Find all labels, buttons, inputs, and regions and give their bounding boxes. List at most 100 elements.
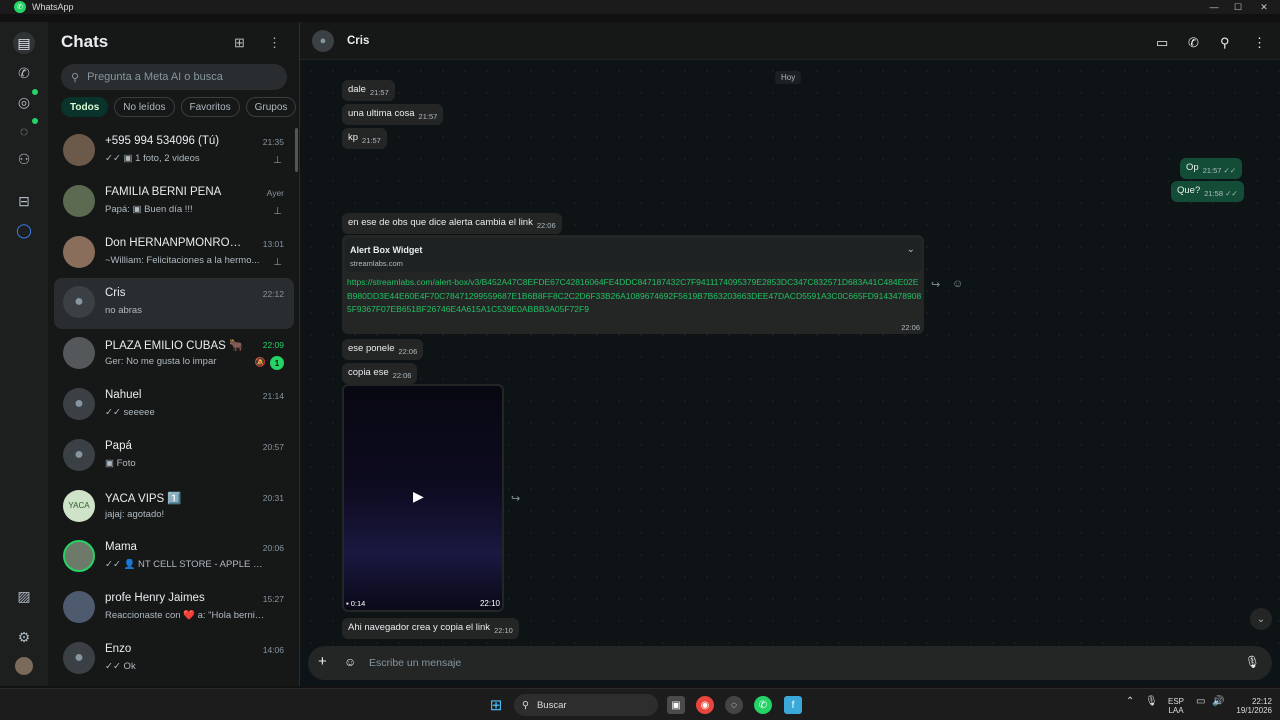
chat-list-item[interactable]: profe Henry Jaimes Reaccionaste con ❤️ a… (54, 583, 294, 634)
channels-unread-dot (32, 118, 38, 124)
filter-no-leidos[interactable]: No leídos (114, 97, 175, 117)
chat-name: PLAZA EMILIO CUBAS 🐂 (105, 340, 244, 353)
whatsapp-taskbar-icon[interactable]: ✆ (754, 696, 772, 714)
play-icon[interactable]: ▶ (413, 488, 424, 505)
attach-plus-icon[interactable]: + (318, 653, 327, 670)
search-icon[interactable]: ⚲ (1220, 35, 1230, 51)
forward-icon[interactable]: ↪ (511, 492, 520, 505)
chat-list-item[interactable]: FAMILIA BERNI PEÑA Papá: ▣ Buen día !!! … (54, 177, 294, 228)
windows-start-icon[interactable]: ⊞ (487, 696, 505, 714)
tray-chevron-up-icon[interactable]: ⌃ (1126, 697, 1134, 707)
message-time: 21:57 (369, 88, 389, 97)
menu-kebab-icon[interactable]: ⋮ (1253, 35, 1266, 51)
message-time: 22:06 (901, 323, 920, 332)
volume-icon[interactable]: 🔊 (1212, 697, 1224, 707)
chat-list-item[interactable]: ● Nahuel ✓✓ seeeee 21:14 (54, 380, 294, 431)
message-time: 22:10 (479, 599, 500, 608)
message-incoming[interactable]: ese ponele 22:06 (342, 339, 424, 360)
message-incoming[interactable]: dale 21:57 (342, 80, 395, 101)
filter-todos[interactable]: Todos (61, 97, 109, 117)
clock[interactable]: 22:12 19/1/2026 (1232, 697, 1272, 715)
chat-list-item[interactable]: Mama ✓✓ 👤 NT CELL STORE - APPLE IPHON...… (54, 532, 294, 583)
chat-list-item[interactable]: YACA YACA VIPS 1️⃣ jajaj: agotado! 20:31 (54, 482, 294, 533)
profile-avatar[interactable] (13, 655, 35, 677)
close-button[interactable]: ✕ (1248, 0, 1280, 14)
message-incoming[interactable]: una ultima cosa 21:57 (342, 104, 444, 125)
message-link-preview[interactable]: Alert Box Widget streamlabs.com ⌄ https:… (342, 235, 924, 334)
chat-preview: ✓✓ seeeee (105, 406, 155, 418)
default-avatar-icon: ● (63, 438, 95, 471)
message-text: Que? (1177, 185, 1201, 196)
contact-name[interactable]: Cris (347, 35, 369, 47)
communities-icon[interactable]: ⚇ (13, 148, 35, 170)
chat-list-item[interactable]: Don HERNANPMONROY y flia ~William: Felic… (54, 228, 294, 279)
network-icon[interactable]: ▭ (1196, 697, 1205, 707)
message-incoming[interactable]: copia ese 22:06 (342, 363, 418, 384)
menu-kebab-icon[interactable]: ⋮ (268, 35, 281, 51)
message-incoming[interactable]: en ese de obs que dice alerta cambia el … (342, 213, 562, 234)
message-url-link[interactable]: https://streamlabs.com/alert-box/v3/B452… (347, 276, 923, 317)
message-text: una ultima cosa (348, 108, 415, 119)
link-card-site: streamlabs.com (350, 259, 403, 268)
chat-time: Ayer (266, 187, 284, 198)
taskbar-search-label: Buscar (536, 699, 567, 711)
message-outgoing[interactable]: Op 21:57 ✓✓ (1180, 158, 1243, 179)
message-outgoing[interactable]: Que? 21:58 ✓✓ (1171, 181, 1244, 202)
navigation-rail: ▤ ✆ ◎ ◌ ⚇ ⊟ ◯ ▨ ⚙ (0, 22, 48, 686)
video-call-icon[interactable]: ▭ (1156, 35, 1168, 51)
calls-icon[interactable]: ✆ (13, 62, 35, 84)
chat-list-item-selected[interactable]: ● Cris no abras 22:12 (54, 278, 294, 330)
app-icon[interactable]: ◌ (725, 696, 743, 714)
microphone-icon[interactable]: 🎙 (1245, 655, 1260, 669)
chat-time: 15:27 (262, 594, 284, 605)
search-icon: ⚲ (71, 71, 80, 84)
voice-call-icon[interactable]: ✆ (1188, 35, 1199, 51)
status-unread-dot (32, 89, 38, 95)
video-duration: ▪ 0:14 (346, 599, 366, 608)
chat-preview: Papá: ▣ Buen día !!! (105, 203, 193, 215)
filter-grupos[interactable]: Grupos (245, 97, 297, 117)
message-time: 22:06 (392, 371, 412, 380)
message-time: 22:06 (536, 221, 556, 230)
message-incoming[interactable]: kp 21:57 (342, 128, 387, 149)
message-time: 22:10 (494, 626, 513, 635)
conversation-header[interactable]: ● Cris ▭ ✆ ⚲ ⋮ (300, 22, 1280, 60)
chat-preview: Reaccionaste con ❤️ a: "Hola berni lis..… (105, 610, 265, 622)
settings-gear-icon[interactable]: ⚙ (13, 626, 35, 648)
taskbar-search[interactable]: ⚲ Buscar (514, 694, 658, 716)
app-f-icon[interactable]: f (784, 696, 802, 714)
status-icon[interactable]: ◎ (13, 91, 35, 113)
chrome-icon[interactable]: ◉ (696, 696, 714, 714)
message-input[interactable]: Escribe un mensaje (369, 657, 461, 669)
message-video[interactable]: ▶ ▪ 0:14 22:10 (342, 384, 504, 612)
avatar (63, 591, 95, 624)
sticker-emoji-icon[interactable]: ☺ (344, 655, 356, 669)
channels-icon[interactable]: ◌ (13, 120, 35, 142)
pin-icon: ⊥ (273, 256, 282, 268)
chevron-down-icon[interactable]: ⌄ (907, 244, 915, 255)
task-view-icon[interactable]: ▣ (667, 696, 685, 714)
archived-icon[interactable]: ⊟ (13, 190, 35, 212)
forward-icon[interactable]: ↪ (931, 278, 940, 291)
message-composer[interactable]: + ☺ Escribe un mensaje 🎙 (308, 646, 1272, 680)
tray-mic-icon[interactable]: 🎙 (1145, 697, 1158, 707)
emoji-react-icon[interactable]: ☺ (952, 278, 963, 290)
message-incoming[interactable]: Ahi navegador crea y copia el link 22:10 (342, 618, 519, 639)
scroll-to-bottom-button[interactable]: ⌄ (1250, 608, 1272, 630)
lang-top: ESP (1168, 697, 1185, 706)
new-chat-icon[interactable]: ⊞ (234, 35, 245, 51)
chat-list-item[interactable]: +595 994 534096 (Tú) ✓✓ ▣ 1 foto, 2 vide… (54, 126, 294, 177)
search-input[interactable]: ⚲ Pregunta a Meta AI o busca (61, 64, 287, 90)
filter-favoritos[interactable]: Favoritos (180, 97, 240, 117)
link-preview-card[interactable]: Alert Box Widget streamlabs.com ⌄ (345, 238, 921, 272)
chat-name: Don HERNANPMONROY y flia (105, 236, 245, 249)
input-language[interactable]: ESP LAA (1168, 697, 1184, 715)
media-gallery-icon[interactable]: ▨ (13, 585, 35, 607)
contact-avatar-icon[interactable]: ● (312, 30, 334, 52)
chat-list-item[interactable]: PLAZA EMILIO CUBAS 🐂 Ger: No me gusta lo… (54, 329, 294, 380)
chat-list-item[interactable]: ● Papá ▣ Foto 20:57 (54, 431, 294, 482)
meta-ai-icon[interactable]: ◯ (13, 219, 35, 241)
chat-list-item[interactable]: ● Enzo ✓✓ Ok 14:06 (54, 634, 294, 685)
chats-icon[interactable]: ▤ (13, 32, 35, 54)
avatar: YACA (63, 489, 95, 522)
